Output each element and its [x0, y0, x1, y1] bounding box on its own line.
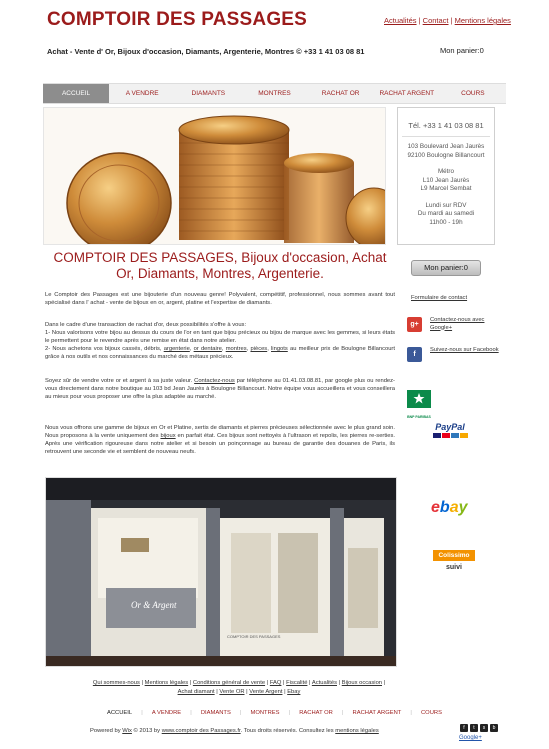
tagline: Achat - Vente d' Or, Bijoux d'occasion, …: [47, 47, 365, 56]
paypal-logo-text: PayPal: [435, 422, 465, 432]
footer-link-mentions[interactable]: Mentions légales: [145, 680, 189, 686]
link-bijoux[interactable]: bijoux: [160, 433, 175, 439]
footer-link-achat-diamant[interactable]: Achat diamant: [178, 689, 215, 695]
contact-paragraph: Soyez sûr de vendre votre or et argent à…: [45, 377, 395, 401]
store-front-illustration: Or & Argent COMPTOIR DES PASSAGES: [46, 478, 396, 666]
footer-nav-rachat-argent[interactable]: RACHAT ARGENT: [353, 710, 402, 716]
bnp-logo-text: BNP PARIBAS: [407, 415, 431, 419]
nav-item-rachat-argent[interactable]: RACHAT ARGENT: [374, 84, 440, 103]
top-links: Actualités | Contact | Mentions légales: [384, 16, 511, 25]
footer-links: Qui sommes-nous | Mentions légales | Con…: [92, 680, 386, 695]
info-hours-line-1: Lundi sur RDV: [425, 201, 467, 209]
footer-social-icons: f t s b: [460, 724, 498, 732]
info-address-line-1: 103 Boulevard Jean Jaurès: [407, 143, 485, 150]
footer-link-vente-argent[interactable]: Vente Argent: [249, 689, 282, 695]
card-icons: [428, 433, 472, 438]
wix-link[interactable]: Wix: [122, 728, 132, 734]
main-nav: ACCUEIL A VENDRE DIAMANTS MONTRES RACHAT…: [43, 83, 506, 104]
facebook-icon: f: [407, 347, 422, 362]
rachat-paragraph: Dans le cadre d'une transaction de racha…: [45, 322, 395, 360]
colissimo-suivi-text: suivi: [446, 564, 462, 571]
colissimo-logo[interactable]: Colissimo suivi: [433, 550, 475, 578]
info-metro-title: Métro: [437, 168, 455, 175]
google-plus-label[interactable]: Contactez-nous avec Google+: [430, 317, 505, 332]
footer-link-cgv[interactable]: Conditions général de vente: [193, 680, 265, 686]
nav-item-accueil[interactable]: ACCUEIL: [43, 84, 110, 103]
header-cart[interactable]: Mon panier:0: [440, 46, 484, 55]
top-link-mentions[interactable]: Mentions légales: [455, 16, 511, 25]
ebay-logo[interactable]: ebay: [431, 499, 468, 517]
copyright-rights: . Tous droits réservés. Consultez les: [240, 728, 334, 734]
contact-form-link[interactable]: Formulaire de contact: [411, 295, 467, 301]
site-link[interactable]: www.comptoir des Passages.fr: [162, 728, 241, 734]
rachat-option-1: 1- Nous valorisons votre bijou au dessus…: [45, 330, 395, 344]
copyright-powered: Powered by: [90, 728, 121, 734]
footer-link-qui-sommes-nous[interactable]: Qui sommes-nous: [93, 680, 140, 686]
footer-link-vente-or[interactable]: Vente OR: [219, 689, 244, 695]
copyright: Powered by Wix © 2013 by www.comptoir de…: [90, 728, 379, 734]
info-hours-line-2: Du mardi au samedi: [417, 210, 475, 217]
footer-link-ebay[interactable]: Ebay: [287, 689, 300, 695]
store-window-text: COMPTOIR DES PASSAGES: [227, 634, 281, 639]
info-phone[interactable]: Tél. +33 1 41 03 08 81: [398, 121, 494, 130]
info-hours-line-3: 11h00 - 19h: [429, 218, 463, 226]
link-pieces[interactable]: pièces: [250, 346, 267, 352]
twitter-icon[interactable]: t: [470, 724, 478, 732]
info-metro-line-1: L10 Jean Jaurès: [422, 176, 470, 184]
paypal-logo[interactable]: PayPal: [428, 422, 472, 444]
top-link-contact[interactable]: Contact: [423, 16, 449, 25]
footer-nav-diamants[interactable]: DIAMANTS: [201, 710, 231, 716]
contact-text-start: Soyez sûr de vendre votre or et argent à…: [45, 378, 193, 384]
nav-item-rachat-or[interactable]: RACHAT OR: [308, 84, 374, 103]
footer-nav-a-vendre[interactable]: A VENDRE: [152, 710, 181, 716]
mentions-legales-link[interactable]: mentions légales: [335, 728, 379, 734]
nav-item-montres[interactable]: MONTRES: [241, 84, 307, 103]
store-sign-text: Or & Argent: [131, 600, 177, 610]
footer-nav-rachat-or[interactable]: RACHAT OR: [299, 710, 333, 716]
info-address-line-2: 92100 Boulogne Billancourt: [407, 151, 485, 159]
rachat-intro: Dans le cadre d'une transaction de racha…: [45, 322, 247, 328]
link-or-dentaire[interactable]: or dentaire: [194, 346, 222, 352]
nav-item-cours[interactable]: COURS: [440, 84, 506, 103]
page-title: COMPTOIR DES PASSAGES, Bijoux d'occasion…: [53, 250, 387, 281]
footer-nav: ACCUEIL | A VENDRE | DIAMANTS | MONTRES | RA…: [107, 710, 442, 716]
google-plus-icon: g+: [407, 317, 422, 332]
footer-nav-accueil[interactable]: ACCUEIL: [107, 710, 132, 716]
link-argenterie[interactable]: argenterie: [164, 346, 190, 352]
contact-info-box: Tél. +33 1 41 03 08 81 103 Boulevard Jea…: [397, 107, 495, 245]
footer-google-plus-link[interactable]: Google+: [459, 735, 482, 741]
footer-link-fiscalite[interactable]: Fiscalité: [286, 680, 307, 686]
footer-link-actualites[interactable]: Actualités: [312, 680, 337, 686]
store-front-photo: Or & Argent COMPTOIR DES PASSAGES: [45, 477, 397, 667]
cart-button[interactable]: Mon panier:0: [411, 260, 481, 276]
link-montres[interactable]: montres: [226, 346, 247, 352]
share-icon[interactable]: s: [480, 724, 488, 732]
intro-paragraph: Le Comptoir des Passages est une bijoute…: [45, 292, 395, 306]
nav-item-a-vendre[interactable]: A VENDRE: [109, 84, 175, 103]
copyright-year: © 2013 by: [133, 728, 161, 734]
link-contactez-nous[interactable]: Contactez-nous: [194, 378, 235, 384]
bnp-paribas-logo[interactable]: BNP PARIBAS: [404, 388, 434, 420]
info-metro-line-2: L9 Marcel Sembat: [420, 185, 472, 192]
offer-paragraph: Nous vous offrons une gamme de bijoux en…: [45, 424, 395, 456]
colissimo-logo-text: Colissimo: [433, 550, 475, 561]
nav-item-diamants[interactable]: DIAMANTS: [175, 84, 241, 103]
gold-coins-illustration: [44, 108, 385, 244]
site-title[interactable]: COMPTOIR DES PASSAGES: [47, 9, 307, 31]
top-link-actualites[interactable]: Actualités: [384, 16, 417, 25]
footer-nav-cours[interactable]: COURS: [421, 710, 442, 716]
blog-icon[interactable]: b: [490, 724, 498, 732]
footer-nav-montres[interactable]: MONTRES: [251, 710, 280, 716]
link-lingots[interactable]: lingots: [271, 346, 288, 352]
facebook-label[interactable]: Suivez-nous sur Facebook: [430, 347, 505, 355]
divider: [402, 136, 490, 137]
bnp-stars-icon: [407, 390, 431, 408]
footer-link-bijoux-occasion[interactable]: Bijoux occasion: [342, 680, 382, 686]
rachat-option-2-start: 2- Nous achetons vos bijoux cassés, débr…: [45, 346, 162, 352]
facebook-icon[interactable]: f: [460, 724, 468, 732]
hero-gold-coins-image: [43, 107, 386, 245]
footer-link-faq[interactable]: FAQ: [270, 680, 282, 686]
